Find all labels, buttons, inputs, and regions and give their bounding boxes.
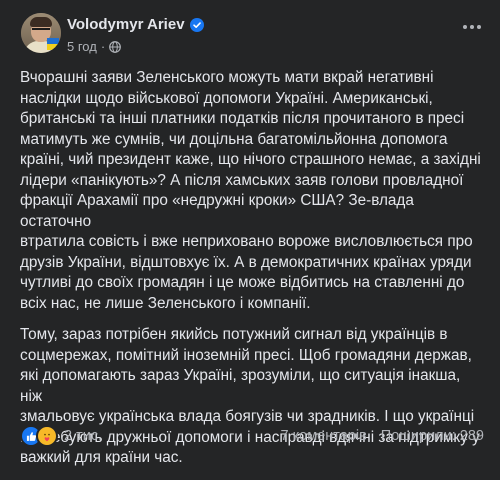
post-header: Volodymyr Ariev 5 год ·	[21, 13, 484, 57]
reactions-count[interactable]: 2 тис.	[64, 428, 102, 444]
post-meta: 5 год ·	[67, 39, 122, 54]
facebook-post: Volodymyr Ariev 5 год · Вчорашні заяви З…	[0, 0, 500, 466]
post-timestamp[interactable]: 5 год	[67, 39, 97, 54]
author-avatar[interactable]	[21, 13, 61, 53]
more-options-button[interactable]	[460, 17, 484, 37]
author-name[interactable]: Volodymyr Ariev	[67, 16, 185, 33]
author-name-row: Volodymyr Ariev	[67, 16, 204, 33]
shares-count[interactable]: Поширили: 289	[381, 428, 484, 444]
care-reaction-icon	[36, 425, 58, 447]
reactions-summary[interactable]	[20, 425, 58, 447]
post-body: Вчорашні заяви Зеленського можуть мати в…	[20, 68, 484, 480]
ukraine-flag-icon	[47, 38, 59, 50]
comments-count[interactable]: 7 коментарів	[281, 428, 367, 444]
post-paragraph-1: Вчорашні заяви Зеленського можуть мати в…	[20, 69, 481, 312]
meta-separator: ·	[100, 39, 106, 54]
post-footer: 2 тис. 7 коментарів Поширили: 289	[20, 424, 484, 448]
more-options-icon	[463, 25, 467, 29]
globe-icon	[109, 40, 122, 53]
verified-badge-icon	[189, 17, 204, 32]
